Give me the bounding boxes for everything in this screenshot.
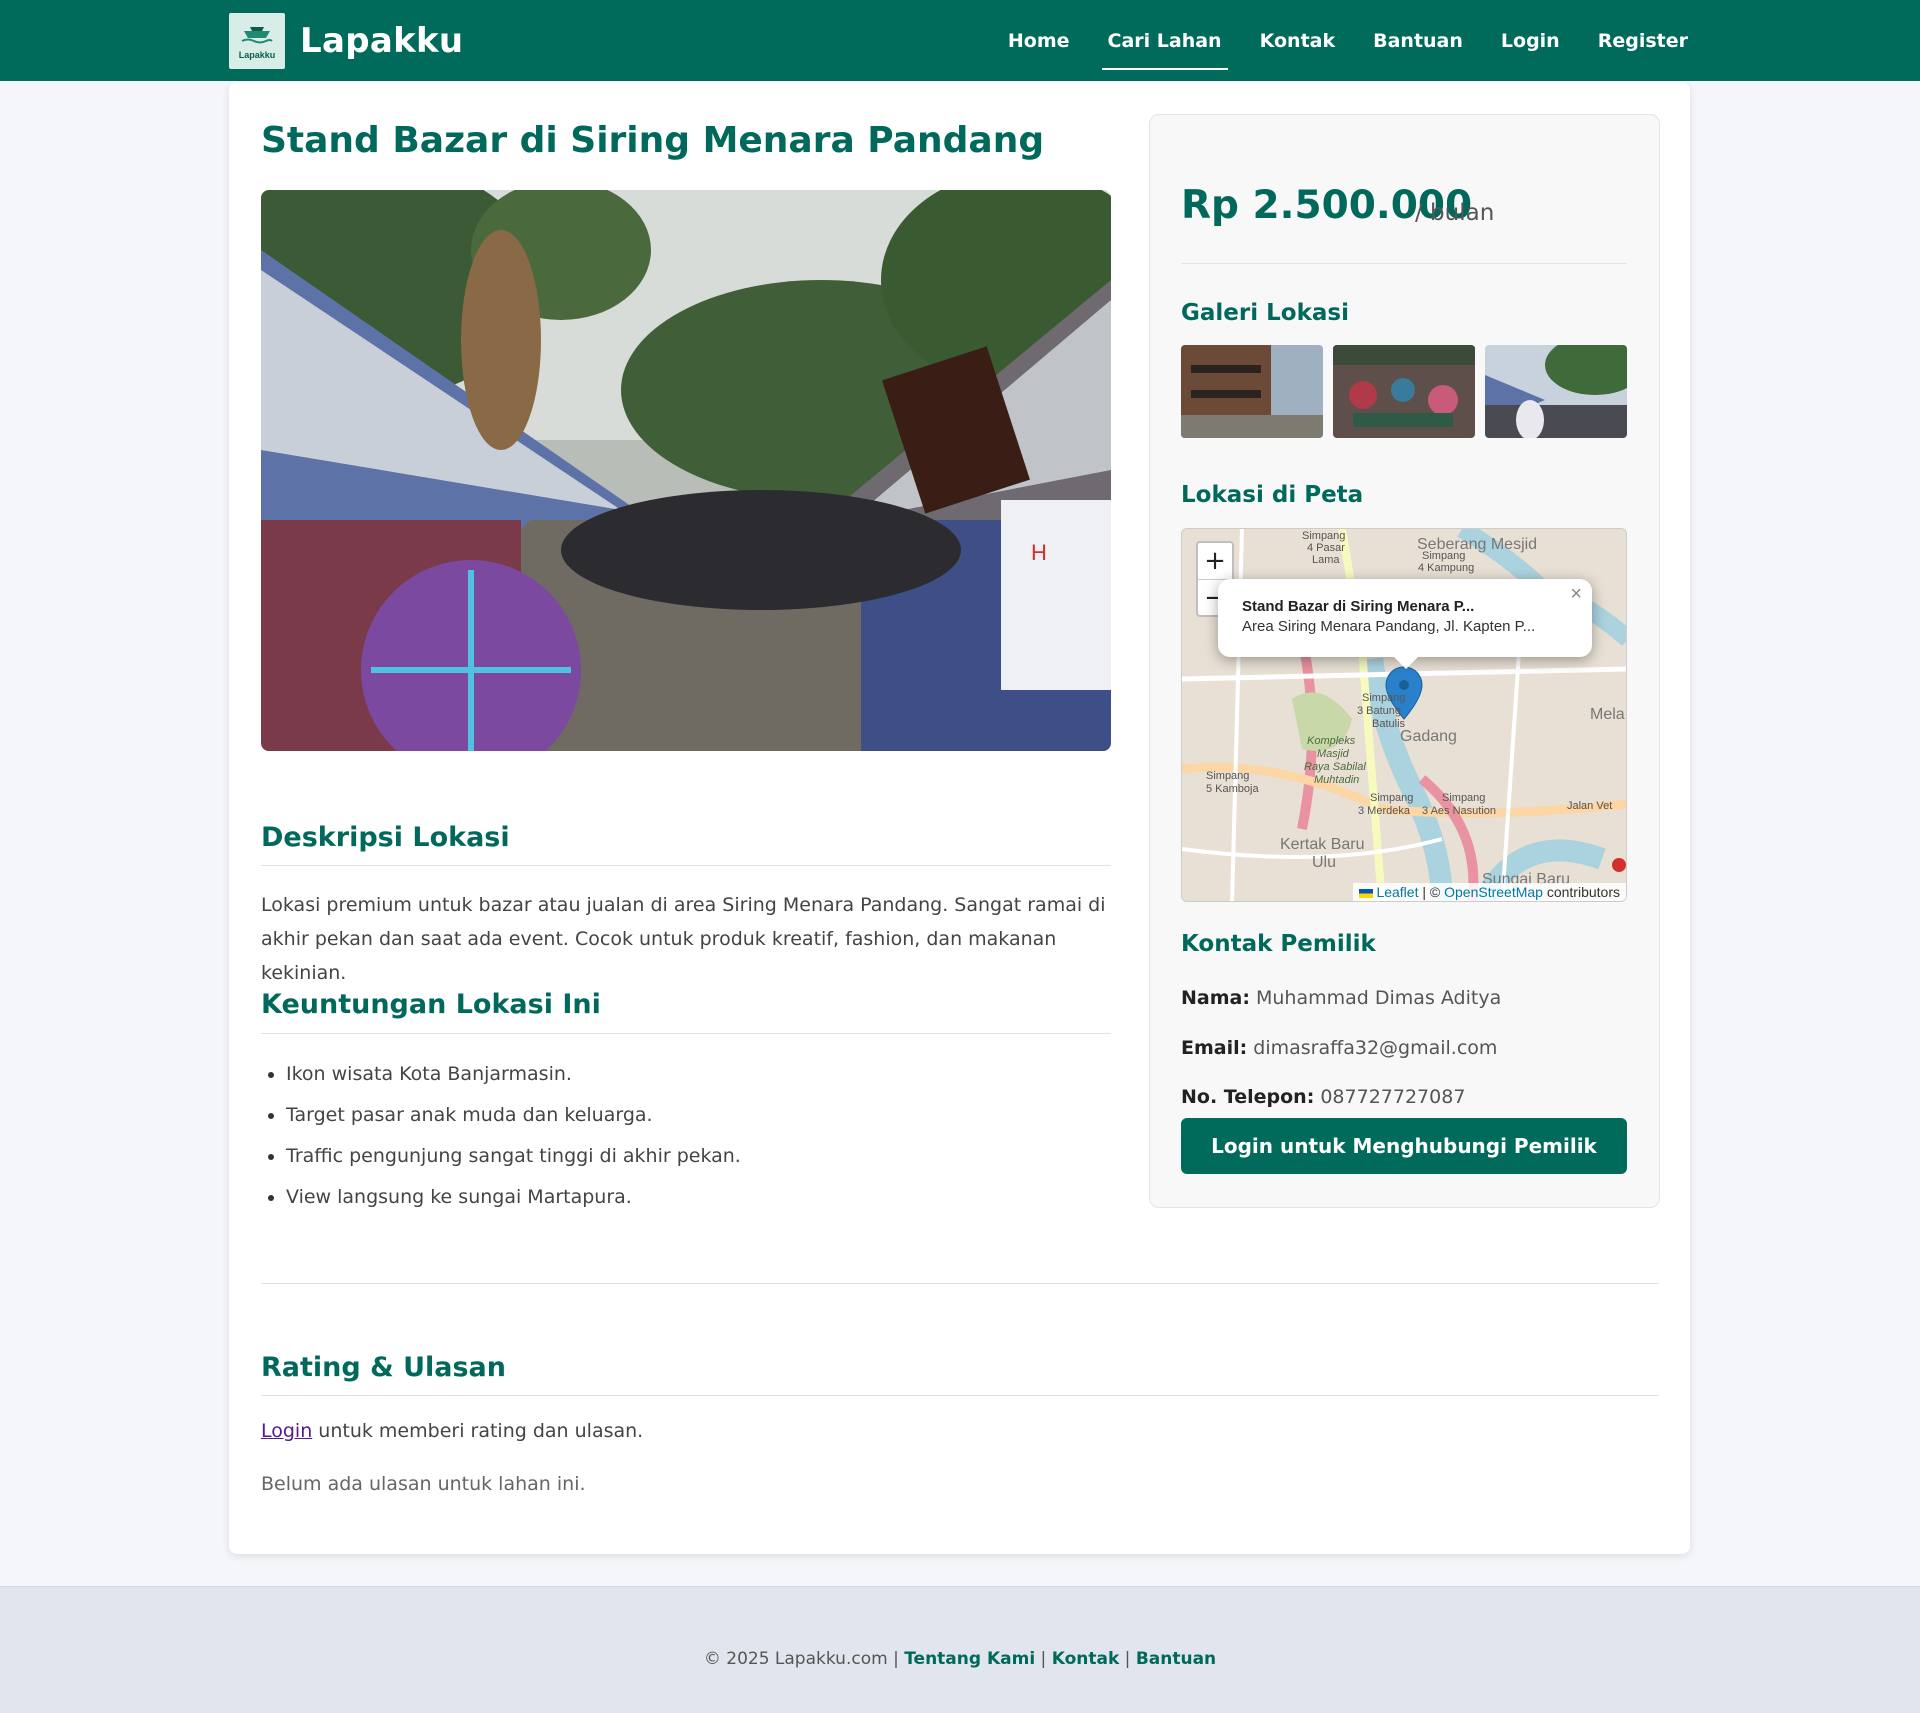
nav-login[interactable]: Login — [1501, 24, 1560, 58]
svg-text:Muhtadin: Muhtadin — [1314, 774, 1359, 786]
popup-address: Area Siring Menara Pandang, Jl. Kapten P… — [1242, 618, 1536, 635]
navbar: Lapakku Lapakku Home Cari Lahan Kontak B… — [0, 0, 1920, 81]
attribution-suffix: contributors — [1542, 884, 1620, 900]
footer-link-tentang[interactable]: Tentang Kami — [904, 1649, 1035, 1669]
svg-text:Jalan Vet: Jalan Vet — [1567, 800, 1612, 812]
divider — [261, 1033, 1111, 1034]
osm-link[interactable]: OpenStreetMap — [1444, 884, 1543, 900]
contact-email: Email: dimasraffa32@gmail.com — [1181, 1037, 1497, 1059]
zoom-in-button[interactable]: + — [1198, 543, 1232, 579]
svg-text:Simpang: Simpang — [1442, 792, 1485, 804]
svg-text:Simpang: Simpang — [1302, 530, 1345, 542]
divider — [261, 1395, 1659, 1396]
nav-register[interactable]: Register — [1598, 24, 1688, 58]
nav-home[interactable]: Home — [1008, 24, 1070, 58]
attribution-separator: | © — [1418, 884, 1445, 900]
gallery-thumb[interactable] — [1181, 345, 1323, 438]
leaflet-link[interactable]: Leaflet — [1376, 884, 1418, 900]
svg-text:3 Batung: 3 Batung — [1357, 705, 1401, 717]
gallery-image — [1485, 345, 1627, 438]
contact-email-label: Email: — [1181, 1037, 1248, 1059]
description-text: Lokasi premium untuk bazar atau jualan d… — [261, 894, 1106, 984]
contact-heading: Kontak Pemilik — [1181, 931, 1376, 957]
svg-text:Masjid: Masjid — [1317, 748, 1350, 760]
contact-email-value: dimasraffa32@gmail.com — [1253, 1037, 1498, 1059]
svg-text:4 Kampung: 4 Kampung — [1418, 562, 1474, 574]
gallery-thumb[interactable] — [1485, 345, 1627, 438]
map-attribution: Leaflet | © OpenStreetMap contributors — [1352, 883, 1626, 901]
list-item: Traffic pengunjung sangat tinggi di akhi… — [268, 1139, 741, 1180]
contact-phone: No. Telepon: 087727727087 — [1181, 1086, 1465, 1108]
map-heading: Lokasi di Peta — [1181, 482, 1364, 508]
svg-text:H: H — [1031, 540, 1047, 565]
nav-bantuan[interactable]: Bantuan — [1373, 24, 1463, 58]
footer-link-bantuan[interactable]: Bantuan — [1136, 1649, 1216, 1669]
divider — [1181, 263, 1627, 264]
svg-text:Lama: Lama — [1312, 554, 1340, 566]
svg-text:3 Merdeka: 3 Merdeka — [1358, 805, 1411, 817]
logo-text: Lapakku — [238, 49, 276, 60]
benefits-heading: Keuntungan Lokasi Ini — [261, 989, 601, 1020]
footer-link-kontak[interactable]: Kontak — [1052, 1649, 1120, 1669]
contact-phone-label: No. Telepon: — [1181, 1086, 1315, 1108]
review-login-prompt: Login untuk memberi rating dan ulasan. — [261, 1420, 643, 1442]
svg-text:5 Kamboja: 5 Kamboja — [1206, 783, 1259, 795]
main-photo[interactable]: H — [261, 190, 1111, 751]
contact-name-label: Nama: — [1181, 987, 1250, 1009]
list-item: Target pasar anak muda dan keluarga. — [268, 1098, 741, 1139]
gallery-image — [1181, 345, 1323, 438]
brand-logo[interactable]: Lapakku — [229, 13, 285, 69]
review-login-link[interactable]: Login — [261, 1420, 312, 1442]
brand-name[interactable]: Lapakku — [300, 21, 463, 61]
popup-close-icon[interactable]: × — [1570, 583, 1582, 606]
brand[interactable]: Lapakku Lapakku — [229, 13, 463, 69]
login-contact-button[interactable]: Login untuk Menghubungi Pemilik — [1181, 1118, 1627, 1174]
svg-text:Mela: Mela — [1590, 706, 1625, 723]
reviews-heading: Rating & Ulasan — [261, 1352, 506, 1383]
contact-name: Nama: Muhammad Dimas Aditya — [1181, 987, 1501, 1009]
svg-text:Batulis: Batulis — [1372, 718, 1406, 730]
divider — [261, 1283, 1659, 1284]
list-item: Ikon wisata Kota Banjarmasin. — [268, 1057, 741, 1098]
svg-text:Simpang: Simpang — [1422, 550, 1465, 562]
copyright: © 2025 Lapakku.com | — [703, 1649, 905, 1669]
svg-text:4 Pasar: 4 Pasar — [1307, 542, 1345, 554]
bazaar-photo: H — [261, 190, 1111, 751]
svg-text:Raya Sabilal: Raya Sabilal — [1304, 761, 1366, 773]
gallery-heading: Galeri Lokasi — [1181, 300, 1349, 326]
empty-reviews: Belum ada ulasan untuk lahan ini. — [261, 1473, 586, 1495]
description-heading: Deskripsi Lokasi — [261, 822, 510, 853]
footer-text: © 2025 Lapakku.com | Tentang Kami | Kont… — [0, 1649, 1920, 1669]
svg-text:3 Aes Nasution: 3 Aes Nasution — [1422, 805, 1496, 817]
listing-title: Stand Bazar di Siring Menara Pandang — [261, 120, 1045, 161]
popup-title: Stand Bazar di Siring Menara P... — [1242, 598, 1475, 615]
list-item: View langsung ke sungai Martapura. — [268, 1180, 741, 1221]
review-login-suffix: untuk memberi rating dan ulasan. — [312, 1420, 644, 1442]
svg-text:Simpang: Simpang — [1362, 692, 1405, 704]
divider — [261, 865, 1111, 866]
nav-kontak[interactable]: Kontak — [1260, 24, 1336, 58]
svg-text:Kompleks: Kompleks — [1307, 735, 1356, 747]
nav-cari-lahan[interactable]: Cari Lahan — [1101, 24, 1228, 70]
footer-separator: | — [1119, 1649, 1136, 1669]
benefits-list: Ikon wisata Kota Banjarmasin. Target pas… — [268, 1057, 741, 1221]
svg-text:Kertak Baru: Kertak Baru — [1280, 836, 1364, 853]
gallery-image — [1333, 345, 1475, 438]
footer: © 2025 Lapakku.com | Tentang Kami | Kont… — [0, 1586, 1920, 1713]
price-unit: / bulan — [1415, 200, 1495, 226]
gallery-thumb[interactable] — [1333, 345, 1475, 438]
svg-text:Simpang: Simpang — [1206, 770, 1249, 782]
contact-name-value: Muhammad Dimas Aditya — [1256, 987, 1502, 1009]
boat-logo-icon — [241, 26, 273, 43]
map-popup: × Stand Bazar di Siring Menara P... Area… — [1218, 579, 1592, 669]
svg-text:Ulu: Ulu — [1312, 854, 1336, 871]
nav-links: Home Cari Lahan Kontak Bantuan Login Reg… — [970, 0, 1688, 81]
svg-text:Simpang: Simpang — [1370, 792, 1413, 804]
ukraine-flag-icon — [1358, 888, 1373, 898]
footer-separator: | — [1035, 1649, 1052, 1669]
location-map[interactable]: Seberang Mesjid Gadang Kertak Baru Ulu S… — [1181, 528, 1627, 902]
svg-text:Gadang: Gadang — [1400, 728, 1457, 745]
contact-phone-value: 087727727087 — [1320, 1086, 1466, 1108]
